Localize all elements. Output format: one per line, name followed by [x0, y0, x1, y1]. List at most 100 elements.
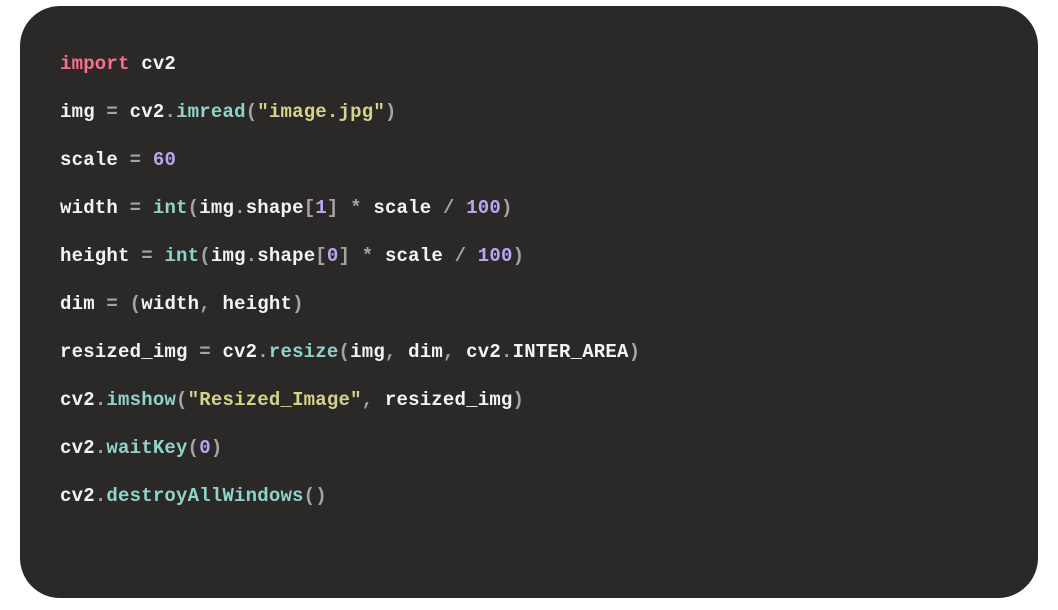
code-token: "image.jpg" — [257, 101, 385, 123]
code-token: = — [106, 101, 118, 123]
code-token — [339, 197, 351, 219]
code-token: . — [246, 245, 258, 267]
code-token: waitKey — [106, 437, 187, 459]
code-token: ( — [339, 341, 351, 363]
code-token: = — [130, 149, 142, 171]
code-token: = — [106, 293, 118, 315]
code-token: ( — [246, 101, 258, 123]
code-token: * — [362, 245, 374, 267]
code-token: . — [164, 101, 176, 123]
code-token: ( — [188, 437, 200, 459]
code-token — [466, 245, 478, 267]
code-token: , — [362, 389, 374, 411]
code-token: scale — [60, 149, 130, 171]
code-token: ) — [513, 245, 525, 267]
code-token: 1 — [315, 197, 327, 219]
code-token: cv2 — [455, 341, 501, 363]
code-line: scale = 60 — [60, 149, 176, 171]
code-token: img — [350, 341, 385, 363]
code-token: . — [95, 389, 107, 411]
code-token: height — [60, 245, 141, 267]
code-token — [455, 197, 467, 219]
code-token: . — [95, 437, 107, 459]
code-token: . — [95, 485, 107, 507]
code-token: img — [211, 245, 246, 267]
code-token: 100 — [466, 197, 501, 219]
code-token: ( — [188, 197, 200, 219]
code-token: , — [199, 293, 211, 315]
code-token: dim — [397, 341, 443, 363]
code-token — [141, 197, 153, 219]
code-token: cv2 — [60, 389, 95, 411]
code-token: , — [443, 341, 455, 363]
code-token: import — [60, 53, 130, 75]
code-token: dim — [60, 293, 106, 315]
code-token: . — [501, 341, 513, 363]
code-token: / — [455, 245, 467, 267]
code-snippet-card: import cv2 img = cv2.imread("image.jpg")… — [20, 6, 1038, 598]
code-token: ( — [199, 245, 211, 267]
code-line: img = cv2.imread("image.jpg") — [60, 101, 397, 123]
code-token: ) — [211, 437, 223, 459]
code-token: ] — [327, 197, 339, 219]
code-token: height — [211, 293, 292, 315]
code-token: shape — [257, 245, 315, 267]
code-token: width — [141, 293, 199, 315]
code-token: 60 — [153, 149, 176, 171]
code-token: ) — [292, 293, 304, 315]
code-token: INTER_AREA — [513, 341, 629, 363]
code-token: ( — [130, 293, 142, 315]
code-line: cv2.waitKey(0) — [60, 437, 222, 459]
code-token — [141, 149, 153, 171]
code-token: cv2 — [118, 101, 164, 123]
code-line: height = int(img.shape[0] * scale / 100) — [60, 245, 524, 267]
code-line: dim = (width, height) — [60, 293, 304, 315]
code-token: ) — [513, 389, 525, 411]
code-token: ( — [176, 389, 188, 411]
code-token: cv2 — [211, 341, 257, 363]
code-line: cv2.imshow("Resized_Image", resized_img) — [60, 389, 524, 411]
code-token: img — [199, 197, 234, 219]
code-token: "Resized_Image" — [188, 389, 362, 411]
code-token: , — [385, 341, 397, 363]
code-token: / — [443, 197, 455, 219]
code-token — [153, 245, 165, 267]
code-token: 0 — [199, 437, 211, 459]
code-token: resized_img — [60, 341, 199, 363]
code-token: ) — [501, 197, 513, 219]
code-line: resized_img = cv2.resize(img, dim, cv2.I… — [60, 341, 640, 363]
code-token: int — [164, 245, 199, 267]
code-token: ] — [339, 245, 351, 267]
code-token: = — [130, 197, 142, 219]
code-token: imshow — [106, 389, 176, 411]
code-token: [ — [304, 197, 316, 219]
code-token: = — [199, 341, 211, 363]
code-token: shape — [246, 197, 304, 219]
code-token: width — [60, 197, 130, 219]
code-token: ) — [629, 341, 641, 363]
code-token: ) — [385, 101, 397, 123]
code-token: 100 — [478, 245, 513, 267]
code-token: cv2 — [130, 53, 176, 75]
code-token: . — [234, 197, 246, 219]
code-token: int — [153, 197, 188, 219]
code-token: * — [350, 197, 362, 219]
code-token: cv2 — [60, 437, 95, 459]
code-token: imread — [176, 101, 246, 123]
code-token: destroyAllWindows — [106, 485, 303, 507]
code-line: width = int(img.shape[1] * scale / 100) — [60, 197, 513, 219]
code-line: import cv2 — [60, 53, 176, 75]
code-token: img — [60, 101, 106, 123]
code-token: . — [257, 341, 269, 363]
code-line: cv2.destroyAllWindows() — [60, 485, 327, 507]
code-token — [118, 293, 130, 315]
code-token: cv2 — [60, 485, 95, 507]
code-token: resize — [269, 341, 339, 363]
code-block[interactable]: import cv2 img = cv2.imread("image.jpg")… — [60, 40, 998, 520]
code-token: scale — [362, 197, 443, 219]
code-token — [350, 245, 362, 267]
code-token: = — [141, 245, 153, 267]
code-token: scale — [373, 245, 454, 267]
code-token: () — [304, 485, 327, 507]
code-token: [ — [315, 245, 327, 267]
